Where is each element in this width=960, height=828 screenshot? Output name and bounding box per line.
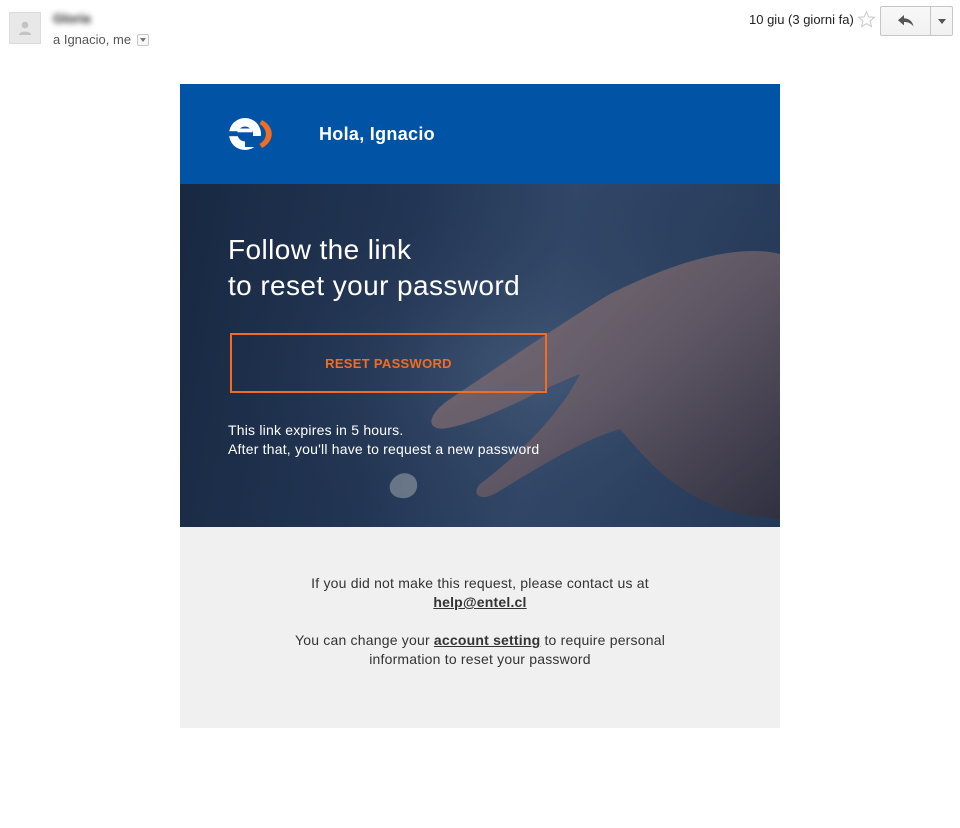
hero-title: Follow the link to reset your password (228, 232, 520, 304)
hero-title-line2: to reset your password (228, 270, 521, 301)
star-icon[interactable] (857, 10, 876, 29)
account-setting-line2: information to reset your password (369, 651, 591, 667)
help-email-link[interactable]: help@entel.cl (433, 594, 526, 610)
account-setting-link[interactable]: account setting (434, 632, 540, 648)
expiry-notice: This link expires in 5 hours. After that… (228, 421, 539, 459)
hero-title-line1: Follow the link (228, 234, 412, 265)
reply-icon (897, 15, 913, 27)
message-date: 10 giu (3 giorni fa) (749, 12, 854, 27)
account-line-suffix: to require personal (544, 632, 666, 648)
show-details-button[interactable] (137, 34, 150, 46)
account-setting-line: You can change your account setting to r… (180, 631, 780, 650)
greeting-text: Hola, Ignacio (319, 124, 435, 144)
recipients-text: a Ignacio, me (53, 32, 132, 47)
reply-button-group (880, 6, 953, 36)
sender-avatar[interactable] (9, 12, 41, 44)
reply-button[interactable] (881, 7, 931, 35)
account-setting-block: You can change your account setting to r… (180, 631, 780, 669)
email-content: Hola, Ignacio Follow the link to reset y… (180, 84, 780, 728)
expiry-line2: After that, you'll have to request a new… (228, 441, 540, 457)
contact-text-block: If you did not make this request, please… (180, 574, 780, 612)
dropdown-arrow-icon (937, 18, 946, 24)
chevron-down-icon (140, 38, 147, 42)
account-line-prefix: You can change your (294, 632, 430, 648)
message-header: Gloria a Ignacio, me 10 giu (3 giorni fa… (0, 0, 960, 60)
email-footer: If you did not make this request, please… (180, 527, 780, 728)
recipients-line: a Ignacio, me (53, 32, 150, 47)
contact-line: If you did not make this request, please… (311, 575, 649, 591)
entel-logo (229, 118, 272, 150)
expiry-line1: This link expires in 5 hours. (228, 422, 404, 438)
brand-header: Hola, Ignacio (180, 84, 780, 184)
person-icon (19, 21, 31, 35)
reset-password-button[interactable]: RESET PASSWORD (230, 333, 547, 393)
hero-banner: Follow the link to reset your password R… (180, 184, 780, 527)
more-actions-button[interactable] (931, 7, 952, 35)
sender-name[interactable]: Gloria (53, 11, 91, 26)
